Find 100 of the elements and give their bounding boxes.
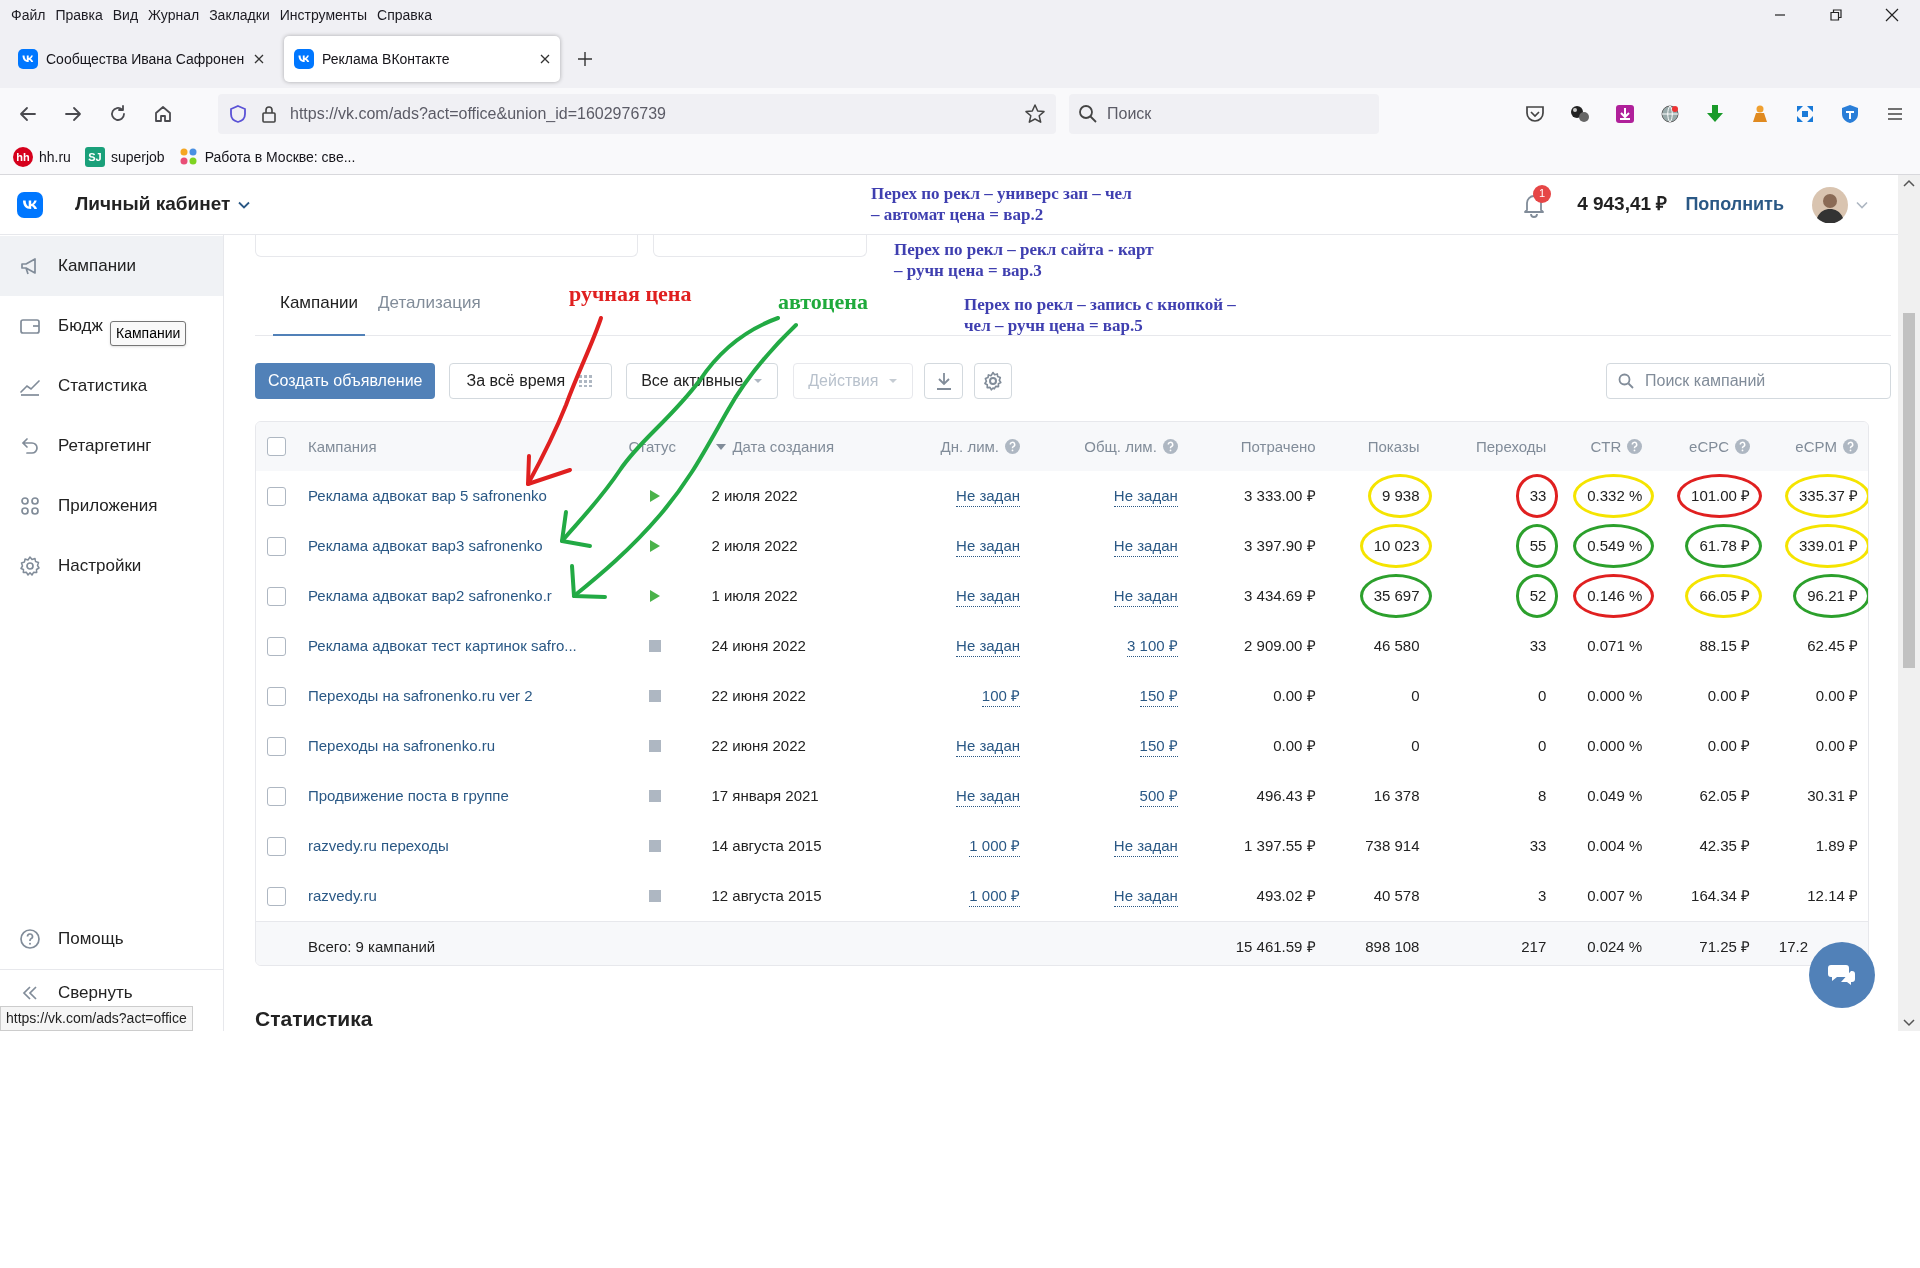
period-button[interactable]: За всё время — [449, 363, 613, 400]
checkbox[interactable] — [267, 636, 287, 656]
top-up-link[interactable]: Пополнить — [1685, 191, 1784, 218]
campaign-link[interactable]: Переходы на safronenko.ru ver 2 — [307, 685, 533, 708]
browser-tab[interactable]: Сообщества Ивана Сафронен — [8, 36, 274, 82]
limit-link[interactable]: 500 ₽ — [1139, 785, 1178, 807]
sidebar-item[interactable]: Свернуть — [0, 979, 133, 1006]
help-icon[interactable] — [1735, 439, 1751, 455]
campaign-link[interactable]: razvedy.ru переходы — [307, 835, 449, 858]
tab[interactable]: Кампании — [273, 272, 366, 337]
bookmark[interactable]: SJ superjob — [84, 146, 165, 168]
play-icon[interactable] — [648, 539, 661, 554]
checkbox[interactable] — [267, 836, 287, 856]
limit-link[interactable]: 1 000 ₽ — [969, 835, 1020, 857]
scroll-down-icon[interactable] — [1903, 1019, 1915, 1027]
avatar[interactable] — [1812, 186, 1848, 223]
vk-logo-icon[interactable] — [17, 191, 43, 218]
help-icon[interactable] — [1162, 439, 1178, 455]
limit-link[interactable]: 3 100 ₽ — [1127, 635, 1178, 657]
checkbox[interactable] — [267, 586, 287, 606]
checkbox[interactable] — [267, 486, 287, 506]
help-icon[interactable] — [1005, 439, 1020, 455]
balls-icon[interactable] — [1569, 103, 1591, 125]
play-icon[interactable] — [648, 589, 661, 604]
campaign-link[interactable]: Реклама адвокат тест картинок safro... — [307, 635, 577, 658]
checkbox[interactable] — [267, 437, 287, 457]
campaign-link[interactable]: Продвижение поста в группе — [307, 785, 509, 808]
help-icon[interactable] — [1627, 439, 1643, 455]
stop-icon[interactable] — [648, 890, 661, 903]
limit-link[interactable]: Не задан — [956, 485, 1020, 507]
campaign-link[interactable]: Реклама адвокат вар3 safronenko — [307, 535, 543, 558]
menu-item[interactable]: Закладки — [204, 4, 275, 26]
limit-link[interactable]: Не задан — [956, 735, 1020, 757]
stop-icon[interactable] — [648, 740, 661, 753]
sidebar-item[interactable]: Статистика — [0, 356, 148, 416]
bookmark[interactable]: Работа в Москве: све... — [178, 146, 356, 168]
home-icon[interactable] — [152, 103, 174, 125]
browser-tab[interactable]: Реклама ВКонтакте — [284, 36, 560, 82]
sidebar-item[interactable]: Настройки — [0, 536, 142, 596]
shield-icon[interactable] — [1839, 103, 1861, 125]
limit-link[interactable]: Не задан — [956, 585, 1020, 607]
expand-icon[interactable] — [1794, 103, 1816, 125]
limit-link[interactable]: 150 ₽ — [1139, 685, 1178, 707]
campaign-link[interactable]: Переходы на safronenko.ru — [307, 735, 495, 758]
account-menu[interactable]: Личный кабинет — [75, 190, 251, 219]
limit-link[interactable]: Не задан — [956, 635, 1020, 657]
play-icon[interactable] — [648, 489, 661, 504]
shield-icon[interactable] — [228, 104, 248, 124]
limit-link[interactable]: Не задан — [1113, 585, 1178, 607]
sidebar-item[interactable]: Ретаргетинг — [0, 416, 152, 476]
stop-icon[interactable] — [648, 790, 661, 803]
campaign-link[interactable]: Реклама адвокат вар2 safronenko.r — [307, 585, 552, 608]
sidebar-item[interactable]: Бюдж — [0, 296, 103, 356]
star-icon[interactable] — [1024, 103, 1046, 125]
restore-icon[interactable] — [1830, 9, 1842, 21]
scrollbar-thumb[interactable] — [1903, 313, 1915, 668]
menu-item[interactable]: Справка — [372, 4, 437, 26]
campaign-link[interactable]: Реклама адвокат вар 5 safronenko — [307, 485, 547, 508]
sort-caret-icon[interactable] — [716, 443, 727, 450]
checkbox[interactable] — [267, 736, 287, 756]
close-icon[interactable] — [254, 54, 264, 64]
checkbox[interactable] — [267, 786, 287, 806]
close-icon[interactable] — [540, 54, 550, 64]
campaign-link[interactable]: razvedy.ru — [307, 885, 377, 908]
bookmark[interactable]: hh hh.ru — [13, 146, 71, 168]
address-bar[interactable]: https://vk.com/ads?act=office&union_id=1602976739 — [218, 94, 1056, 134]
sidebar-item[interactable]: Приложения — [0, 476, 158, 536]
checkbox[interactable] — [267, 886, 287, 906]
menu-item[interactable]: Файл — [6, 4, 51, 26]
globe-icon[interactable] — [1659, 103, 1681, 125]
download-box-icon[interactable] — [1614, 103, 1636, 125]
search-field[interactable]: Поиск кампаний — [1606, 363, 1891, 400]
stop-icon[interactable] — [648, 840, 661, 853]
settings-button[interactable] — [974, 363, 1013, 400]
menu-item[interactable]: Правка — [50, 4, 108, 26]
stop-icon[interactable] — [648, 690, 661, 703]
menu-item[interactable]: Инструменты — [274, 4, 373, 26]
plus-icon[interactable] — [577, 51, 593, 67]
help-icon[interactable] — [1843, 439, 1858, 455]
limit-link[interactable]: 150 ₽ — [1139, 735, 1178, 757]
sidebar-item[interactable]: Помощь — [0, 909, 124, 969]
pocket-icon[interactable] — [1524, 103, 1546, 125]
scroll-up-icon[interactable] — [1903, 179, 1915, 187]
limit-link[interactable]: Не задан — [1113, 535, 1178, 557]
limit-link[interactable]: 1 000 ₽ — [969, 885, 1020, 907]
chevron-down-icon[interactable] — [1856, 200, 1868, 209]
create-ad-button[interactable]: Создать объявление — [255, 363, 436, 400]
close-icon[interactable] — [1885, 8, 1899, 22]
stop-icon[interactable] — [648, 640, 661, 653]
limit-link[interactable]: 100 ₽ — [981, 685, 1020, 707]
checkbox[interactable] — [267, 536, 287, 556]
limit-link[interactable]: Не задан — [1113, 885, 1178, 907]
limit-link[interactable]: Не задан — [1113, 485, 1178, 507]
search-field[interactable]: Поиск — [1069, 94, 1379, 134]
limit-link[interactable]: Не задан — [956, 785, 1020, 807]
sidebar-item[interactable]: Кампании — [0, 236, 223, 296]
checkbox[interactable] — [267, 686, 287, 706]
limit-link[interactable]: Не задан — [956, 535, 1020, 557]
menu-item[interactable]: Вид — [107, 4, 144, 26]
menu-item[interactable]: Журнал — [143, 4, 205, 26]
